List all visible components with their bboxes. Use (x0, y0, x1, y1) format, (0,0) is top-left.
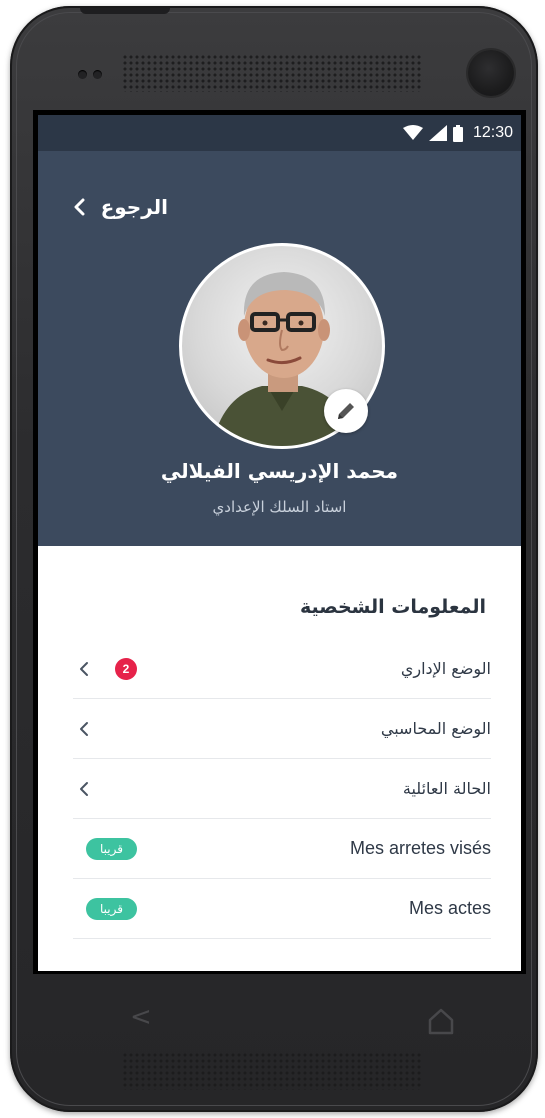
avatar-container (179, 243, 385, 449)
status-bar: 12:30 (38, 115, 521, 151)
cellular-signal-icon (428, 125, 447, 141)
menu-item-my-acts[interactable]: قريبا Mes actes (73, 879, 491, 939)
chevron-left-icon (80, 721, 88, 736)
menu-item-family-status[interactable]: الحالة العائلية (73, 759, 491, 819)
wifi-icon (402, 125, 423, 140)
battery-icon (452, 124, 463, 142)
chevron-left-icon (80, 781, 88, 796)
bottom-speaker-grill (122, 1052, 422, 1090)
user-name: محمد الإدريسي الفيلالي (160, 459, 399, 483)
menu-item-label: الوضع المحاسبي (380, 719, 491, 738)
menu-item-label: Mes arretes visés (349, 838, 491, 858)
edit-avatar-button[interactable] (324, 389, 368, 433)
nav-back-icon[interactable]: < (130, 1002, 152, 1032)
chevron-left-icon (74, 198, 85, 216)
back-button[interactable]: الرجوع (73, 195, 168, 219)
top-speaker-grill (122, 54, 422, 92)
status-time: 12:30 (472, 124, 513, 141)
menu-item-approved-decrees[interactable]: قريبا Mes arretes visés (73, 819, 491, 879)
app-screen: 12:30 الرجوع محمد الإدريسي الفيلالي استا… (38, 115, 521, 971)
menu-item-accounting-status[interactable]: الوضع المحاسبي (73, 699, 491, 759)
notification-count-badge: 2 (115, 657, 137, 680)
chevron-left-icon (80, 661, 88, 676)
menu-item-label: الحالة العائلية (402, 779, 491, 798)
coming-soon-badge: قريبا (86, 897, 137, 920)
profile-header: الرجوع محمد الإدريسي الفيلالي استاد السل… (38, 151, 521, 546)
menu-item-label: Mes actes (408, 898, 491, 918)
menu-item-administrative-status[interactable]: 2 الوضع الإداري (73, 639, 491, 699)
phone-top-button (80, 8, 170, 14)
nav-home-icon[interactable] (426, 1006, 456, 1036)
menu-list: 2 الوضع الإداري الوضع المحاسبي الحالة ال… (73, 639, 491, 939)
coming-soon-badge: قريبا (86, 837, 137, 860)
phone-screen: 12:30 الرجوع محمد الإدريسي الفيلالي استا… (33, 110, 526, 974)
back-label: الرجوع (100, 195, 168, 219)
front-camera (468, 50, 514, 96)
pencil-icon (338, 403, 354, 419)
menu-item-label: الوضع الإداري (400, 659, 491, 678)
section-title: المعلومات الشخصية (299, 596, 486, 618)
user-job-title: استاد السلك الإعدادي (212, 498, 347, 516)
phone-sensors (78, 70, 102, 79)
